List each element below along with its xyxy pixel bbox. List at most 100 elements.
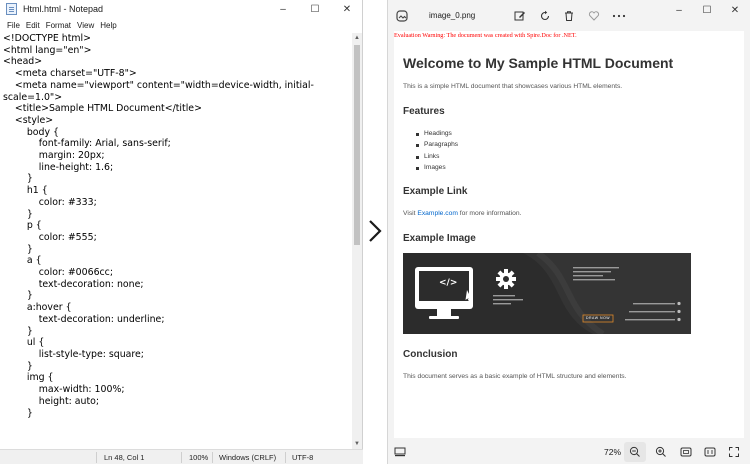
code-line: color: #555; — [3, 231, 97, 243]
menu-edit[interactable]: Edit — [23, 21, 43, 30]
zoom-out-icon[interactable] — [627, 444, 643, 460]
code-line: a:hover { — [3, 302, 72, 314]
edit-image-icon[interactable] — [512, 8, 528, 24]
status-divider — [285, 452, 286, 463]
conclusion-paragraph: This document serves as a basic example … — [403, 373, 627, 380]
code-line: img { — [3, 372, 54, 384]
notepad-app-icon — [6, 3, 17, 15]
evaluation-warning: Evaluation Warning: The document was cre… — [394, 32, 577, 39]
code-line: text-decoration: none; — [3, 278, 144, 290]
code-line: <title>Sample HTML Document</title> — [3, 103, 202, 115]
menu-format[interactable]: Format — [43, 21, 74, 30]
code-line: <meta name="viewport" content="width=dev… — [3, 79, 314, 91]
status-divider — [181, 452, 182, 463]
notepad-text-area[interactable]: <!DOCTYPE html> <html lang="en"> <head> <m… — [0, 33, 352, 449]
code-line: height: auto; — [3, 395, 100, 407]
favorite-heart-icon[interactable] — [586, 8, 602, 24]
code-line: line-height: 1.6; — [3, 161, 114, 173]
notepad-vertical-scrollbar[interactable]: ▲ ▼ — [352, 33, 362, 449]
features-heading: Features — [403, 106, 445, 117]
zoom-level: 72% — [604, 447, 622, 457]
list-item: Images — [416, 164, 446, 171]
menu-view[interactable]: View — [74, 21, 97, 30]
code-line: font-family: Arial, sans-serif; — [3, 138, 171, 150]
fit-to-window-icon[interactable] — [678, 444, 694, 460]
code-line: <style> — [3, 114, 54, 126]
delete-icon[interactable] — [561, 8, 577, 24]
code-line: <meta charset="UTF-8"> — [3, 68, 137, 80]
notepad-window: Html.html - Notepad – ☐ ✕ File Edit Form… — [0, 0, 363, 464]
chevron-right-icon — [369, 220, 382, 242]
example-link: Example.com — [417, 210, 458, 217]
code-line: body { — [3, 126, 59, 138]
status-divider — [96, 452, 97, 463]
document-intro: This is a simple HTML document that show… — [403, 83, 623, 90]
image-code-tag: </> — [439, 278, 458, 288]
link-prefix: Visit — [403, 210, 418, 217]
example-image-heading: Example Image — [403, 233, 476, 244]
menu-help[interactable]: Help — [97, 21, 119, 30]
code-line: } — [3, 407, 33, 419]
code-line: margin: 20px; — [3, 150, 105, 162]
notepad-statusbar: Ln 48, Col 1 100% Windows (CRLF) UTF-8 — [0, 449, 363, 464]
full-screen-icon[interactable] — [726, 444, 742, 460]
close-icon[interactable]: ✕ — [331, 0, 363, 18]
code-line: list-style-type: square; — [3, 348, 144, 360]
maximize-icon[interactable]: ☐ — [693, 0, 721, 20]
code-line: <!DOCTYPE html> — [3, 33, 91, 44]
list-item: Paragraphs — [415, 141, 459, 148]
code-line: color: #0066cc; — [3, 267, 114, 279]
link-suffix: for more information. — [457, 210, 522, 217]
minimize-icon[interactable]: – — [267, 0, 299, 18]
code-line: } — [3, 208, 33, 220]
photos-titlebar: image_0.png – ☐ ✕ — [388, 0, 750, 32]
scroll-up-icon[interactable]: ▲ — [352, 33, 362, 43]
example-image-graphic — [403, 253, 691, 334]
rotate-icon[interactable] — [537, 8, 553, 24]
code-line: <head> — [3, 56, 43, 68]
notepad-titlebar: Html.html - Notepad – ☐ ✕ — [0, 0, 363, 18]
code-line: ul { — [3, 337, 45, 349]
example-link-heading: Example Link — [403, 186, 468, 197]
status-line-ending: Windows (CRLF) — [219, 453, 277, 462]
code-line: text-decoration: underline; — [3, 313, 165, 325]
scroll-down-icon[interactable]: ▼ — [352, 439, 362, 449]
code-line: } — [3, 243, 33, 255]
list-item: Headings — [416, 130, 452, 137]
zoom-in-icon[interactable] — [653, 444, 669, 460]
actual-size-icon[interactable] — [702, 444, 718, 460]
photos-file-name: image_0.png — [429, 11, 476, 20]
status-cursor-position: Ln 48, Col 1 — [104, 453, 145, 462]
code-line: p { — [3, 220, 42, 232]
notepad-menubar: File Edit Format View Help — [0, 18, 363, 32]
status-divider — [212, 452, 213, 463]
document-title: Welcome to My Sample HTML Document — [403, 55, 674, 71]
photo-viewer-canvas: Evaluation Warning: The document was cre… — [394, 31, 744, 438]
code-line: a { — [3, 255, 42, 267]
filmstrip-icon[interactable] — [392, 444, 408, 460]
photos-window: image_0.png – ☐ ✕ Evaluation Warning: Th… — [387, 0, 750, 464]
example-image: </> DRAW NOW — [403, 253, 691, 334]
photos-bottom-bar: 72% — [388, 440, 750, 464]
status-encoding: UTF-8 — [292, 453, 314, 462]
maximize-icon[interactable]: ☐ — [299, 0, 331, 18]
status-zoom: 100% — [189, 453, 209, 462]
notepad-window-title: Html.html - Notepad — [23, 4, 104, 14]
minimize-icon[interactable]: – — [665, 0, 693, 20]
photos-app-icon — [394, 8, 410, 24]
more-options-icon[interactable] — [611, 8, 627, 24]
close-icon[interactable]: ✕ — [721, 0, 749, 20]
code-line: max-width: 100%; — [3, 384, 125, 396]
list-item: Links — [415, 153, 440, 160]
conclusion-heading: Conclusion — [403, 349, 458, 360]
code-line: h1 { — [3, 185, 48, 197]
code-line: } — [3, 290, 33, 302]
image-draw-button-text: DRAW NOW — [586, 316, 611, 320]
example-link-paragraph: Visit Example.com for more information. — [403, 210, 521, 217]
code-line: } — [3, 360, 33, 372]
code-line: scale=1.0"> — [3, 91, 63, 103]
code-line: <html lang="en"> — [3, 44, 92, 56]
scroll-thumb[interactable] — [354, 45, 360, 245]
menu-file[interactable]: File — [4, 21, 23, 30]
code-line: } — [3, 173, 33, 185]
